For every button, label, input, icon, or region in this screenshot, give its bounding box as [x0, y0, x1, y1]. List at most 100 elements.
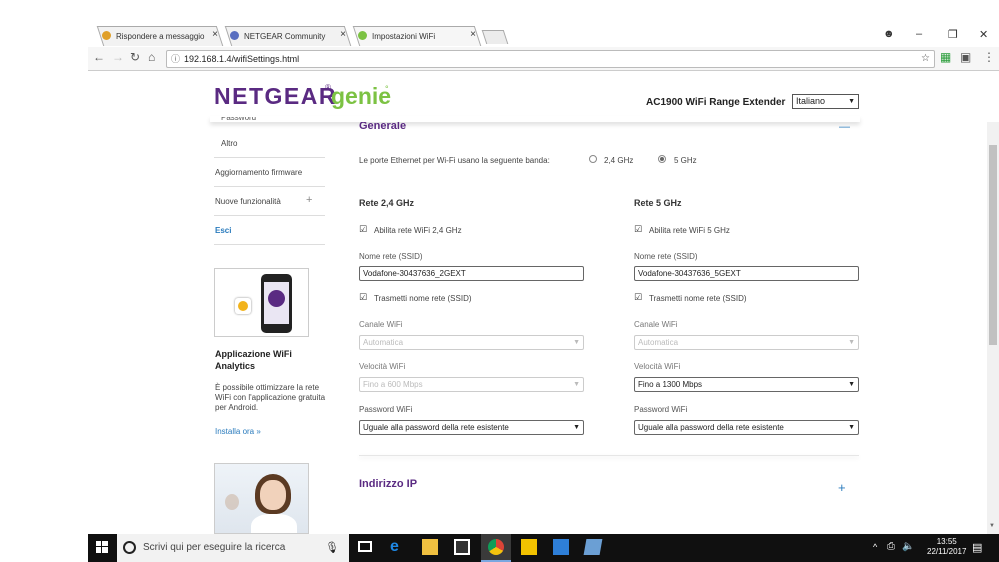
promo-install-link[interactable]: Installa ora » — [215, 427, 261, 436]
band5-channel-select[interactable]: Automatica ▼ — [634, 335, 859, 350]
band24-ssid-label: Nome rete (SSID) — [359, 252, 423, 261]
back-icon[interactable]: ← — [93, 50, 105, 64]
netgear-logo: NETGEAR — [214, 83, 337, 109]
section-divider — [359, 455, 859, 456]
info-icon[interactable]: ⓘ — [171, 51, 180, 67]
sidebar-item-nuove-funzionalita[interactable]: Nuove funzionalità — [215, 197, 281, 206]
language-select[interactable]: Italiano ▼ — [792, 94, 859, 109]
band5-enable-checkbox[interactable]: ☑ — [634, 225, 642, 234]
agent-body-shape — [251, 514, 297, 533]
scroll-down-icon[interactable]: ▼ — [989, 523, 995, 529]
file-explorer-icon[interactable] — [422, 539, 438, 555]
band24-channel-label: Canale WiFi — [359, 320, 403, 329]
tab-favicon-icon — [102, 31, 111, 40]
app-icon-yellow[interactable] — [521, 539, 537, 555]
close-tab-icon[interactable]: × — [470, 29, 476, 40]
band24-password-select[interactable]: Uguale alla password della rete esistent… — [359, 420, 584, 435]
sidebar-item-altro[interactable]: Altro — [221, 139, 237, 148]
band-option-5-label: 5 GHz — [674, 156, 697, 165]
band5-broadcast-label: Trasmetti nome rete (SSID) — [649, 294, 747, 303]
close-window-button[interactable]: ✕ — [979, 28, 988, 41]
support-agent-image[interactable] — [214, 463, 309, 534]
band5-ssid-input[interactable]: Vodafone-30437636_5GEXT — [634, 266, 859, 281]
sidebar-item-firmware[interactable]: Aggiornamento firmware — [215, 168, 302, 177]
lock-extension-icon[interactable]: ▣ — [960, 50, 971, 64]
phone-screen — [264, 282, 289, 324]
wifi-analytics-app-image[interactable] — [214, 268, 309, 337]
device-model: AC1900 WiFi Range Extender — [646, 97, 786, 108]
windows-start-icon[interactable] — [96, 541, 108, 553]
store-icon[interactable] — [454, 539, 470, 555]
network-app-icon[interactable] — [553, 539, 569, 555]
band5-ssid-value: Vodafone-30437636_5GEXT — [638, 269, 741, 278]
minimize-button[interactable]: – — [916, 28, 922, 40]
band24-speed-label: Velocità WiFi — [359, 362, 406, 371]
forward-icon[interactable]: → — [112, 50, 124, 64]
chevron-down-icon: ▼ — [848, 381, 855, 388]
expand-plus-icon[interactable]: + — [838, 480, 846, 495]
reload-icon[interactable]: ↻ — [130, 50, 140, 64]
home-icon[interactable]: ⌂ — [148, 50, 155, 64]
tray-chevron-up-icon[interactable]: ^ — [873, 542, 877, 552]
task-view-icon[interactable] — [358, 541, 372, 552]
band24-channel-select[interactable]: Automatica ▼ — [359, 335, 584, 350]
search-placeholder: Scrivi qui per eseguire la ricerca — [143, 542, 286, 553]
chrome-menu-icon[interactable]: ⋮ — [983, 50, 995, 64]
start-pane — [96, 541, 101, 546]
app-icon-blue[interactable] — [583, 539, 603, 555]
bookmark-star-icon[interactable]: ☆ — [921, 51, 930, 67]
band24-speed-value: Fino a 600 Mbps — [363, 380, 423, 389]
tab-label: Rispondere a messaggio — [116, 31, 205, 41]
section-ip-title[interactable]: Indirizzo IP — [359, 478, 417, 490]
restore-button[interactable]: ❐ — [948, 28, 958, 41]
tab-netgear-community[interactable]: NETGEAR Community × — [224, 26, 352, 46]
band5-password-label: Password WiFi — [634, 405, 688, 414]
address-bar[interactable]: ⓘ 192.168.1.4/wifiSettings.html ☆ — [166, 50, 935, 68]
scrollbar-thumb[interactable] — [989, 145, 997, 345]
chevron-down-icon: ▼ — [573, 424, 580, 431]
app-logo-icon — [235, 298, 251, 314]
start-pane — [96, 547, 101, 553]
chrome-icon — [488, 539, 504, 555]
expand-plus-icon[interactable]: + — [306, 194, 312, 206]
action-center-icon[interactable]: ▤ — [972, 541, 982, 554]
band5-enable-label: Abilita rete WiFi 5 GHz — [649, 226, 730, 235]
sidebar-divider — [214, 186, 325, 187]
taskbar-search-box[interactable]: Scrivi qui per eseguire la ricerca 🎙 — [117, 534, 349, 562]
chevron-down-icon: ▼ — [573, 381, 580, 388]
start-pane — [102, 541, 108, 546]
band24-broadcast-checkbox[interactable]: ☑ — [359, 293, 367, 302]
agent-face-shape — [260, 480, 286, 510]
chrome-taskbar-item[interactable] — [481, 534, 511, 562]
band24-ssid-input[interactable]: Vodafone-30437636_2GEXT — [359, 266, 584, 281]
network-icon[interactable]: ⎙ — [887, 541, 895, 552]
close-tab-icon[interactable]: × — [340, 29, 346, 40]
tab-rispondere[interactable]: Rispondere a messaggio × — [96, 26, 224, 46]
sidebar-item-esci[interactable]: Esci — [215, 226, 231, 235]
band24-speed-select[interactable]: Fino a 600 Mbps ▼ — [359, 377, 584, 392]
edge-icon[interactable]: e — [390, 538, 399, 556]
volume-icon[interactable]: 🔈 — [902, 541, 914, 552]
microphone-icon[interactable]: 🎙 — [325, 534, 339, 562]
band5-broadcast-checkbox[interactable]: ☑ — [634, 293, 642, 302]
profile-icon[interactable]: ☻ — [883, 28, 895, 40]
clock[interactable]: 13:55 22/11/2017 — [927, 537, 966, 557]
sidebar-item-password[interactable]: Password — [221, 117, 256, 122]
band5-password-select[interactable]: Uguale alla password della rete esistent… — [634, 420, 859, 435]
tab-favicon-icon — [230, 31, 239, 40]
extension-icon[interactable]: ▦ — [940, 50, 951, 64]
tab-impostazioni-wifi[interactable]: Impostazioni WiFi × — [352, 26, 482, 46]
new-tab-button[interactable] — [481, 30, 509, 44]
band-radio-5[interactable] — [658, 155, 666, 163]
genie-logo-dot: ° — [385, 84, 389, 94]
band24-enable-checkbox[interactable]: ☑ — [359, 225, 367, 234]
collapse-icon[interactable]: — — [839, 121, 850, 133]
tab-favicon-icon — [358, 31, 367, 40]
band5-speed-select[interactable]: Fino a 1300 Mbps ▼ — [634, 377, 859, 392]
band24-password-value: Uguale alla password della rete esistent… — [363, 423, 509, 432]
band-radio-24[interactable] — [589, 155, 597, 163]
band-option-24-label: 2,4 GHz — [604, 156, 634, 165]
close-tab-icon[interactable]: × — [212, 29, 218, 40]
clock-time: 13:55 — [936, 537, 957, 546]
promo-body: È possibile ottimizzare la rete WiFi con… — [215, 383, 326, 412]
